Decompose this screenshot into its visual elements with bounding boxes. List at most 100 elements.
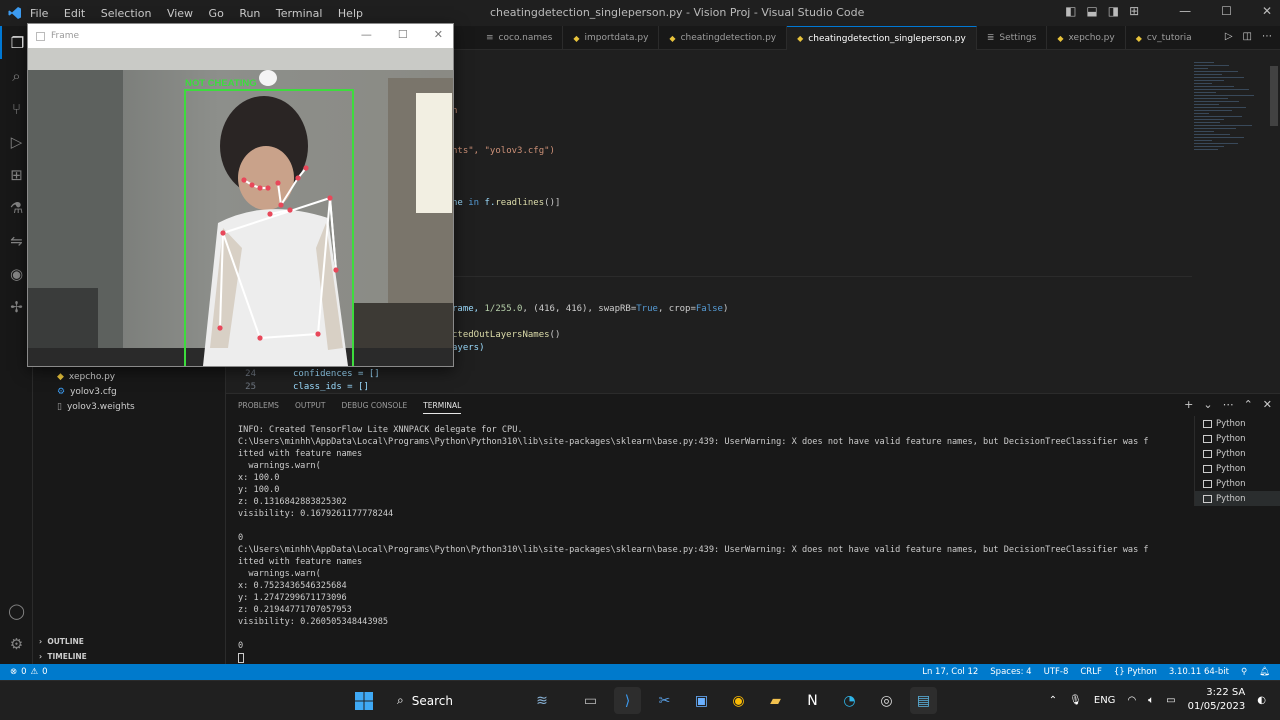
chrome-icon[interactable]: ◉: [725, 687, 752, 714]
skeleton-joint: [278, 202, 284, 208]
editor-scrollbar[interactable]: [1270, 66, 1278, 126]
terminal-instance[interactable]: Python: [1195, 461, 1280, 476]
python-interpreter[interactable]: 3.10.11 64-bit: [1169, 667, 1229, 677]
speaker-icon[interactable]: 🔈︎: [1148, 695, 1154, 706]
microphone-icon[interactable]: 🎙︎: [1069, 695, 1082, 706]
tab-debug-console[interactable]: DEBUG CONSOLE: [342, 401, 408, 414]
chevron-down-icon[interactable]: ⌄: [1203, 398, 1212, 411]
terminal-output[interactable]: INFO: Created TensorFlow Lite XNNPACK de…: [238, 424, 1188, 664]
battery-icon[interactable]: ▭: [1166, 695, 1175, 706]
terminal-instance[interactable]: Python: [1195, 416, 1280, 431]
language-indicator[interactable]: ENG: [1094, 695, 1116, 706]
terminal-instance[interactable]: Python: [1195, 431, 1280, 446]
search-highlight-icon[interactable]: ≋: [517, 687, 567, 714]
minimap-line: [1194, 92, 1216, 93]
file-item[interactable]: ◆ xepcho.py: [57, 372, 115, 382]
menu-selection[interactable]: Selection: [101, 7, 152, 20]
frame-window[interactable]: Frame — ☐ ✕ NOT CHEATING: [27, 23, 454, 367]
edge-icon[interactable]: ◔: [836, 687, 863, 714]
file-item[interactable]: ⚙ yolov3.cfg: [57, 387, 117, 397]
chevron-up-icon[interactable]: ⌃: [1244, 398, 1253, 411]
minimap-line: [1194, 86, 1234, 87]
vscode-app-icon[interactable]: ⟩: [614, 687, 641, 714]
skeleton-bone: [277, 182, 282, 206]
outline-section[interactable]: › OUTLINE: [39, 637, 84, 646]
task-view-icon[interactable]: ▭: [577, 687, 604, 714]
feedback-icon[interactable]: ⚲: [1241, 667, 1247, 677]
terminal-instance-label: Python: [1216, 433, 1246, 444]
customize-layout-icon[interactable]: ⊞: [1129, 4, 1139, 18]
problems-indicator[interactable]: ⊗ 0 ⚠ 0: [0, 667, 48, 677]
notion-icon[interactable]: N: [799, 687, 826, 714]
frame-minimize-button[interactable]: —: [361, 28, 372, 41]
tab-cv-tutorial[interactable]: ◆ cv_tutoria: [1126, 26, 1202, 50]
start-button[interactable]: [350, 687, 377, 714]
tab-problems[interactable]: PROBLEMS: [238, 401, 279, 414]
tab-cheatingdetection[interactable]: ◆ cheatingdetection.py: [659, 26, 788, 50]
encoding[interactable]: UTF-8: [1044, 667, 1069, 677]
language-mode[interactable]: {} Python: [1114, 667, 1157, 677]
file-item[interactable]: ▯ yolov3.weights: [57, 402, 135, 412]
python-app-icon[interactable]: ▤: [910, 687, 937, 714]
terminal-instance[interactable]: Python: [1195, 446, 1280, 461]
tab-output[interactable]: OUTPUT: [295, 401, 326, 414]
gear-icon[interactable]: ⚙: [0, 627, 33, 660]
toggle-panel-icon[interactable]: ⬓: [1086, 4, 1097, 18]
terminal-instance[interactable]: Python: [1195, 491, 1280, 506]
accounts-icon[interactable]: ◯: [0, 594, 33, 627]
terminal-instance[interactable]: Python: [1195, 476, 1280, 491]
bell-icon[interactable]: 🔔︎: [1259, 667, 1270, 677]
run-python-icon[interactable]: ▷: [1225, 31, 1233, 42]
minimap[interactable]: [1194, 62, 1264, 212]
menu-edit[interactable]: Edit: [64, 7, 85, 20]
close-button[interactable]: ✕: [1262, 4, 1272, 18]
more-actions-icon[interactable]: ⋯: [1262, 31, 1272, 42]
notifications-icon[interactable]: ◐: [1257, 695, 1266, 706]
menu-view[interactable]: View: [167, 7, 193, 20]
more-actions-icon[interactable]: ⋯: [1223, 398, 1234, 411]
frame-close-button[interactable]: ✕: [434, 28, 443, 41]
minimap-line: [1194, 80, 1224, 81]
split-editor-icon[interactable]: ◫: [1243, 31, 1252, 42]
snipping-tool-icon[interactable]: ✂: [651, 687, 678, 714]
devtools-app-icon[interactable]: ▣: [688, 687, 715, 714]
close-panel-icon[interactable]: ✕: [1263, 398, 1272, 411]
clock[interactable]: 3:22 SA 01/05/2023: [1188, 686, 1246, 714]
menu-help[interactable]: Help: [338, 7, 363, 20]
tab-cheatingdetection-singleperson[interactable]: ◆ cheatingdetection_singleperson.py: [787, 26, 977, 50]
tab-importdata[interactable]: ◆ importdata.py: [563, 26, 660, 50]
skeleton-joint: [333, 267, 339, 273]
tab-terminal[interactable]: TERMINAL: [423, 401, 462, 414]
new-terminal-icon[interactable]: +: [1184, 398, 1193, 411]
terminal-line: 0: [238, 533, 244, 543]
skeleton-joint: [303, 165, 309, 171]
menu-file[interactable]: File: [30, 7, 48, 20]
taskbar-search[interactable]: ⌕ Search: [387, 687, 507, 714]
file-explorer-icon[interactable]: ▰: [762, 687, 789, 714]
code-line: ayers): [452, 343, 485, 353]
tab-xepcho[interactable]: ◆ xepcho.py: [1047, 26, 1126, 50]
file-label: xepcho.py: [68, 372, 116, 382]
minimap-line: [1194, 104, 1219, 105]
skeleton-joint: [257, 335, 263, 341]
cursor-position[interactable]: Ln 17, Col 12: [922, 667, 978, 677]
menu-terminal[interactable]: Terminal: [276, 7, 323, 20]
indentation[interactable]: Spaces: 4: [990, 667, 1031, 677]
toggle-primary-sidebar-icon[interactable]: ◧: [1065, 4, 1076, 18]
obs-icon[interactable]: ◎: [873, 687, 900, 714]
end-of-line[interactable]: CRLF: [1080, 667, 1101, 677]
menu-go[interactable]: Go: [209, 7, 224, 20]
minimize-button[interactable]: —: [1179, 4, 1191, 18]
code-line: hts", "yolov3.cfg"): [452, 146, 555, 156]
code-line: class_ids = []: [293, 382, 369, 392]
frame-maximize-button[interactable]: ☐: [398, 28, 408, 41]
tab-settings[interactable]: ≣ Settings: [977, 26, 1048, 50]
skeleton-joint: [275, 180, 281, 186]
vscode-logo-icon: [0, 0, 30, 26]
toggle-secondary-sidebar-icon[interactable]: ◨: [1108, 4, 1119, 18]
maximize-button[interactable]: ☐: [1221, 4, 1232, 18]
chevron-up-icon[interactable]: ⌃: [1049, 695, 1057, 706]
timeline-section[interactable]: › TIMELINE: [39, 652, 87, 661]
wifi-icon[interactable]: ◠: [1127, 695, 1136, 706]
menu-run[interactable]: Run: [239, 7, 260, 20]
